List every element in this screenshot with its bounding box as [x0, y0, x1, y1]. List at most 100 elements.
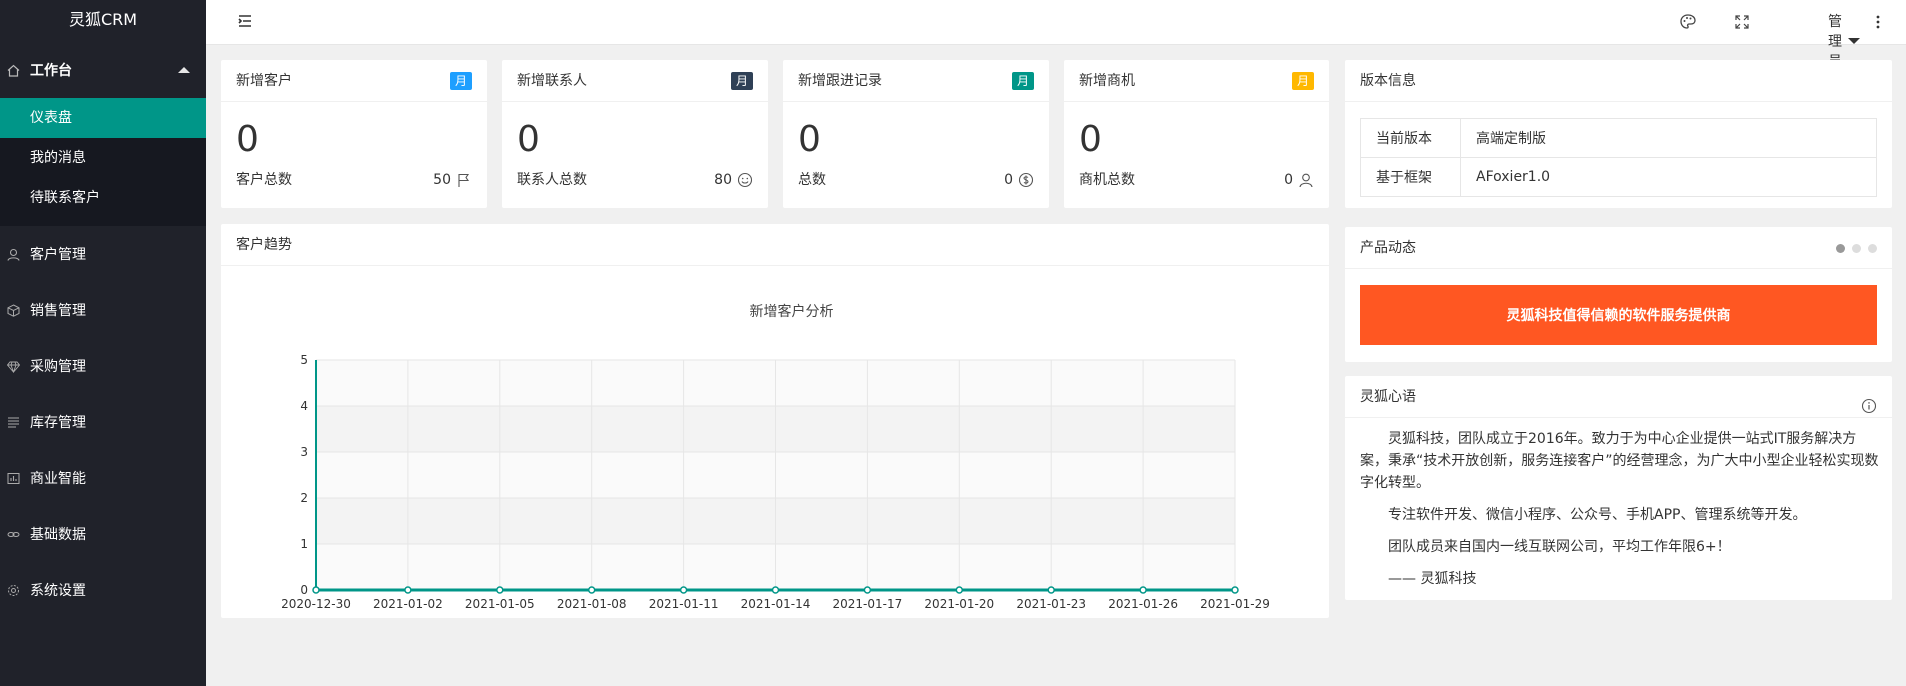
- data-point: [771, 586, 780, 594]
- dollar-icon: [1018, 172, 1034, 188]
- top-header: 管理员: [206, 0, 1906, 70]
- info-icon[interactable]: [1861, 389, 1877, 431]
- stat-total-value: 0: [1284, 172, 1293, 188]
- data-point: [863, 586, 872, 594]
- menu-inventory-label: 库存管理: [30, 415, 86, 431]
- menu-basic-data[interactable]: 基础数据: [0, 506, 206, 562]
- stat-value: 0: [236, 119, 259, 160]
- y-tick-label: 1: [300, 537, 308, 551]
- data-point: [1139, 586, 1147, 594]
- theme-palette-icon[interactable]: [1678, 12, 1698, 32]
- paragraph: 专注软件开发、微信小程序、公众号、手机APP、管理系统等开发。: [1388, 507, 1807, 523]
- card-title: 产品动态: [1345, 227, 1892, 269]
- table-row: 基于框架 AFoxier1.0: [1360, 157, 1877, 197]
- product-news-card: 产品动态 灵狐科技值得信赖的软件服务提供商: [1345, 227, 1892, 362]
- stat-label: 商机总数: [1079, 172, 1135, 188]
- version-table: 当前版本 高端定制版 基于框架 AFoxier1.0: [1360, 118, 1877, 197]
- y-tick-label: 5: [300, 353, 308, 367]
- stat-title: 新增商机: [1079, 73, 1135, 89]
- data-point: [1047, 586, 1055, 594]
- stat-title: 新增跟进记录: [798, 73, 882, 89]
- menu-customer[interactable]: 客户管理: [0, 226, 206, 282]
- menu-basic-data-label: 基础数据: [30, 527, 86, 543]
- stat-value: 0: [1079, 119, 1102, 160]
- sidebar-item-pending-customers[interactable]: 待联系客户: [0, 178, 206, 218]
- data-point: [955, 586, 964, 594]
- menu-sales-label: 销售管理: [30, 303, 86, 319]
- workbench-submenu: 仪表盘 我的消息 待联系客户: [0, 98, 206, 226]
- menu-purchase[interactable]: 采购管理: [0, 338, 206, 394]
- diamond-icon: [6, 359, 20, 373]
- product-banner[interactable]: 灵狐科技值得信赖的软件服务提供商: [1360, 285, 1877, 345]
- y-tick-label: 3: [300, 445, 308, 459]
- table-row: 当前版本 高端定制版: [1360, 118, 1877, 158]
- version-card: 版本信息 当前版本 高端定制版 基于框架 AFoxier1.0: [1345, 60, 1892, 208]
- menu-inventory[interactable]: 库存管理: [0, 394, 206, 450]
- stat-value: 0: [517, 119, 540, 160]
- menu-purchase-label: 采购管理: [30, 359, 86, 375]
- menu-toggle-icon[interactable]: [236, 12, 254, 30]
- fullscreen-icon[interactable]: [1732, 12, 1752, 32]
- x-tick-label: 2021-01-17: [833, 597, 903, 611]
- menu-workbench-label: 工作台: [30, 63, 72, 79]
- trend-chart: 新增客户分析 0 1 2 3 4 5 2020-12-30 2021-01-02 2021-01-…: [281, 303, 1270, 611]
- menu-workbench[interactable]: 工作台: [0, 42, 206, 98]
- card-title-text: 产品动态: [1360, 240, 1416, 256]
- menu-settings[interactable]: 系统设置: [0, 562, 206, 618]
- carousel-dot[interactable]: [1836, 244, 1845, 253]
- paragraph: —— 灵狐科技: [1388, 571, 1477, 587]
- data-point: [1231, 586, 1239, 594]
- x-tick-label: 2021-01-23: [1016, 597, 1086, 611]
- sidebar-item-messages[interactable]: 我的消息: [0, 138, 206, 178]
- x-tick-label: 2020-12-30: [281, 597, 351, 611]
- x-tick-label: 2021-01-02: [373, 597, 443, 611]
- data-point: [587, 586, 596, 594]
- stat-total: 0: [1284, 170, 1314, 190]
- card-title: 新增联系人 月: [502, 60, 768, 102]
- table-cell: 高端定制版: [1460, 118, 1877, 158]
- y-tick-label: 2: [300, 491, 308, 505]
- carousel-dot[interactable]: [1868, 244, 1877, 253]
- sidebar-item-dashboard[interactable]: 仪表盘: [0, 98, 206, 138]
- x-tick-label: 2021-01-20: [924, 597, 994, 611]
- card-title-text: 灵狐心语: [1360, 389, 1416, 405]
- more-vertical-icon[interactable]: [1868, 12, 1888, 32]
- x-tick-label: 2021-01-05: [465, 597, 535, 611]
- stat-title: 新增客户: [236, 73, 292, 89]
- gear-icon: [6, 583, 20, 597]
- x-tick-label: 2021-01-26: [1108, 597, 1178, 611]
- x-tick-label: 2021-01-08: [557, 597, 627, 611]
- stat-value: 0: [798, 119, 821, 160]
- stat-card-new-customers: 新增客户 月 0 客户总数 50: [221, 60, 487, 208]
- x-tick-label: 2021-01-11: [649, 597, 719, 611]
- caret-down-icon: [1848, 38, 1860, 44]
- y-tick-label: 4: [300, 399, 308, 413]
- menu-customer-label: 客户管理: [30, 247, 86, 263]
- motto-text: 灵狐科技，团队成立于2016年。致力于为中心企业提供一站式IT服务解决方案，秉承…: [1360, 428, 1880, 600]
- card-title: 新增商机 月: [1064, 60, 1329, 102]
- y-tick-label: 0: [300, 583, 308, 597]
- stat-label: 联系人总数: [517, 172, 587, 188]
- chart-title: 新增客户分析: [750, 303, 834, 320]
- carousel-dot[interactable]: [1852, 244, 1861, 253]
- data-point: [312, 586, 320, 594]
- cube-icon: [6, 303, 20, 317]
- link-icon: [6, 527, 20, 541]
- smile-icon: [737, 172, 753, 188]
- menu-group-workbench: 工作台 仪表盘 我的消息 待联系客户: [0, 42, 206, 226]
- chevron-up-icon: [178, 67, 190, 73]
- stat-total: 50: [433, 170, 472, 190]
- person-icon: [1298, 172, 1314, 188]
- app-logo[interactable]: 灵狐CRM: [0, 0, 206, 42]
- stat-card-new-contacts: 新增联系人 月 0 联系人总数 80: [502, 60, 768, 208]
- menu-bi-label: 商业智能: [30, 471, 86, 487]
- menu-bi[interactable]: 商业智能: [0, 450, 206, 506]
- motto-card: 灵狐心语 灵狐科技，团队成立于2016年。致力于为中心企业提供一站式IT服务解决…: [1345, 376, 1892, 600]
- stat-total: 80: [714, 170, 753, 190]
- menu-sales[interactable]: 销售管理: [0, 282, 206, 338]
- stat-label: 客户总数: [236, 172, 292, 188]
- period-badge: 月: [730, 72, 753, 90]
- stat-card-new-followups: 新增跟进记录 月 0 总数 0: [783, 60, 1049, 208]
- data-point: [679, 586, 688, 594]
- table-cell: AFoxier1.0: [1460, 157, 1877, 197]
